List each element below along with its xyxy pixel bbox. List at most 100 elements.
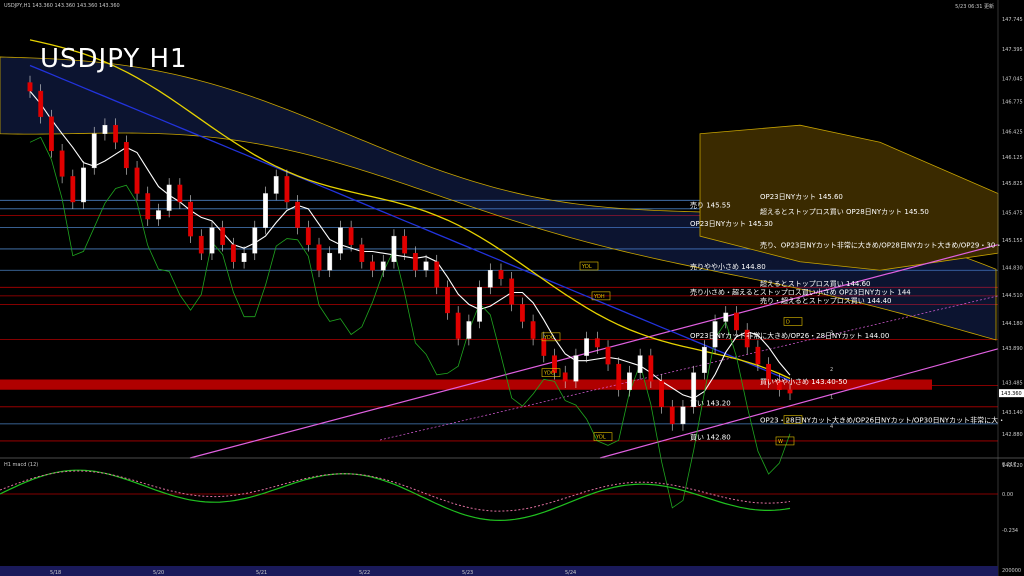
level-number: 2 — [830, 367, 833, 373]
x-date-label: 5/23 — [462, 570, 473, 576]
level-annotation: 売りやや小さめ 144.80 — [690, 262, 766, 271]
candle-body — [402, 235, 408, 254]
level-number: 1 — [830, 394, 833, 400]
candle-body — [637, 355, 643, 373]
candle-body — [123, 142, 129, 169]
y-tick-label: 143.890 — [1002, 346, 1023, 352]
candle-body — [755, 346, 761, 365]
level-box-label: D — [786, 319, 790, 325]
level-box-label: YDL — [581, 264, 592, 270]
candle-body — [530, 321, 536, 339]
candle-body — [273, 176, 279, 194]
trendline-upper — [189, 244, 999, 459]
candle-body — [616, 363, 622, 390]
candle-body — [230, 244, 236, 262]
y-tick-label: 143.485 — [1002, 380, 1023, 386]
level-box-label: D — [786, 418, 790, 424]
candle-body — [370, 261, 375, 271]
level-annotation: 売り小さめ・超えるとストップロス買い小さめ OP23日NYカット 144 — [690, 287, 911, 296]
y-tick-label: 146.425 — [1002, 130, 1023, 136]
y-tick-label: 145.475 — [1002, 211, 1023, 217]
level-annotation: 売り 145.55 — [690, 200, 731, 209]
macd-axis-label: 0.00 — [1002, 492, 1013, 498]
candle-body — [562, 372, 568, 382]
macd-label: H1 macd (12) — [4, 462, 39, 468]
candle-body — [188, 201, 193, 237]
x-date-label: 5/24 — [565, 570, 576, 576]
candle-body — [487, 270, 493, 288]
level-annotation: 超えるとストップロス買い 144.60 — [760, 279, 871, 288]
level-annotation: OP23・28日NYカット大きめ/OP26日NYカット/OP30日NYカット非常… — [760, 415, 1005, 424]
candle-body — [509, 278, 515, 305]
candle-body — [156, 210, 161, 220]
candle-body — [91, 133, 97, 169]
level-annotation: OP23日NYカット非常に大きめ/OP26・28日NYカット 144.00 — [690, 331, 889, 340]
y-tick-label: 147.045 — [1002, 77, 1023, 83]
level-box-label: YDH — [593, 294, 605, 300]
timestamp: 5/23 06:31 更新 — [955, 4, 994, 10]
level-annotation: 買いやや小さめ 143.40-50 — [760, 377, 847, 386]
candle-body — [166, 184, 172, 211]
level-annotation: 超えるとストップロス買い OP28日NYカット 145.50 — [760, 207, 929, 216]
candle-body — [734, 312, 739, 331]
level-annotation: 買い 142.80 — [690, 433, 731, 441]
candle-body — [145, 193, 151, 220]
x-date-label: 5/22 — [359, 570, 370, 576]
candle-body — [209, 227, 215, 254]
candle-body — [295, 201, 301, 228]
y-tick-label: 147.395 — [1002, 47, 1023, 53]
candle-body — [584, 338, 590, 356]
y-tick-label: 144.510 — [1002, 293, 1023, 299]
level-box-label: YDO — [543, 371, 555, 377]
level-annotation: 買い 143.20 — [690, 399, 731, 407]
candle-body — [284, 176, 290, 203]
candle-body — [348, 227, 354, 245]
x-date-label: 5/21 — [256, 570, 267, 576]
candle-body — [177, 184, 183, 203]
candle-body — [466, 321, 472, 339]
candle-body — [102, 124, 108, 134]
candle-body — [669, 406, 675, 425]
y-tick-label: 144.180 — [1002, 321, 1023, 327]
candle-body — [380, 261, 386, 271]
candle-body — [49, 116, 54, 151]
y-tick-label: 145.155 — [1002, 238, 1023, 244]
level-box-label: YDC — [543, 335, 555, 341]
candle-body — [113, 124, 119, 143]
x-date-label: 5/20 — [153, 570, 164, 576]
y-tick-label: 147.745 — [1002, 17, 1023, 23]
candle-body — [423, 261, 429, 271]
candle-body — [701, 346, 707, 373]
candle-body — [648, 355, 654, 382]
candle-body — [455, 312, 461, 339]
candle-body — [38, 90, 44, 117]
symbol-header: USDJPY,H1 143.360 143.360 143.360 143.36… — [4, 3, 120, 9]
level-number: 4 — [830, 424, 833, 430]
level-annotation: OP23日NYカット 145.30 — [690, 220, 773, 228]
candle-body — [27, 82, 33, 92]
y-tick-label: 145.825 — [1002, 181, 1023, 187]
level-box-label: W — [778, 439, 783, 445]
candle-body — [327, 252, 333, 271]
level-annotation: 売り、OP23日NYカット非常に大きめ/OP28日NYカット大きめ/OP29・3… — [760, 240, 1002, 249]
chart-canvas: OP23日NYカット 145.60 売り 145.55 超えるとストップロス買い O… — [0, 0, 1024, 576]
candle-body — [787, 389, 793, 394]
level-annotation: OP23日NYカット 145.60 — [760, 193, 843, 201]
chart-title: USDJPY H1 — [40, 44, 188, 74]
candle-body — [680, 406, 686, 425]
candle-body — [519, 304, 525, 322]
candle-body — [59, 150, 65, 177]
y-tick-label: 144.830 — [1002, 266, 1023, 272]
green-line — [29, 136, 791, 509]
level-box-label: YDL — [595, 435, 606, 441]
candle-body — [412, 252, 418, 271]
candle-body — [573, 355, 579, 382]
candle-body — [81, 167, 86, 203]
y-tick-label: 143.140 — [1002, 410, 1023, 416]
candle-body — [134, 167, 140, 194]
candle-body — [627, 372, 632, 390]
macd-axis-label: -0.234 — [1002, 528, 1018, 534]
macd-axis-label: 200000 — [1002, 568, 1021, 574]
candle-body — [70, 176, 76, 203]
level-annotation: 売り・超えるとストップロス買い 144.40 — [760, 296, 892, 305]
